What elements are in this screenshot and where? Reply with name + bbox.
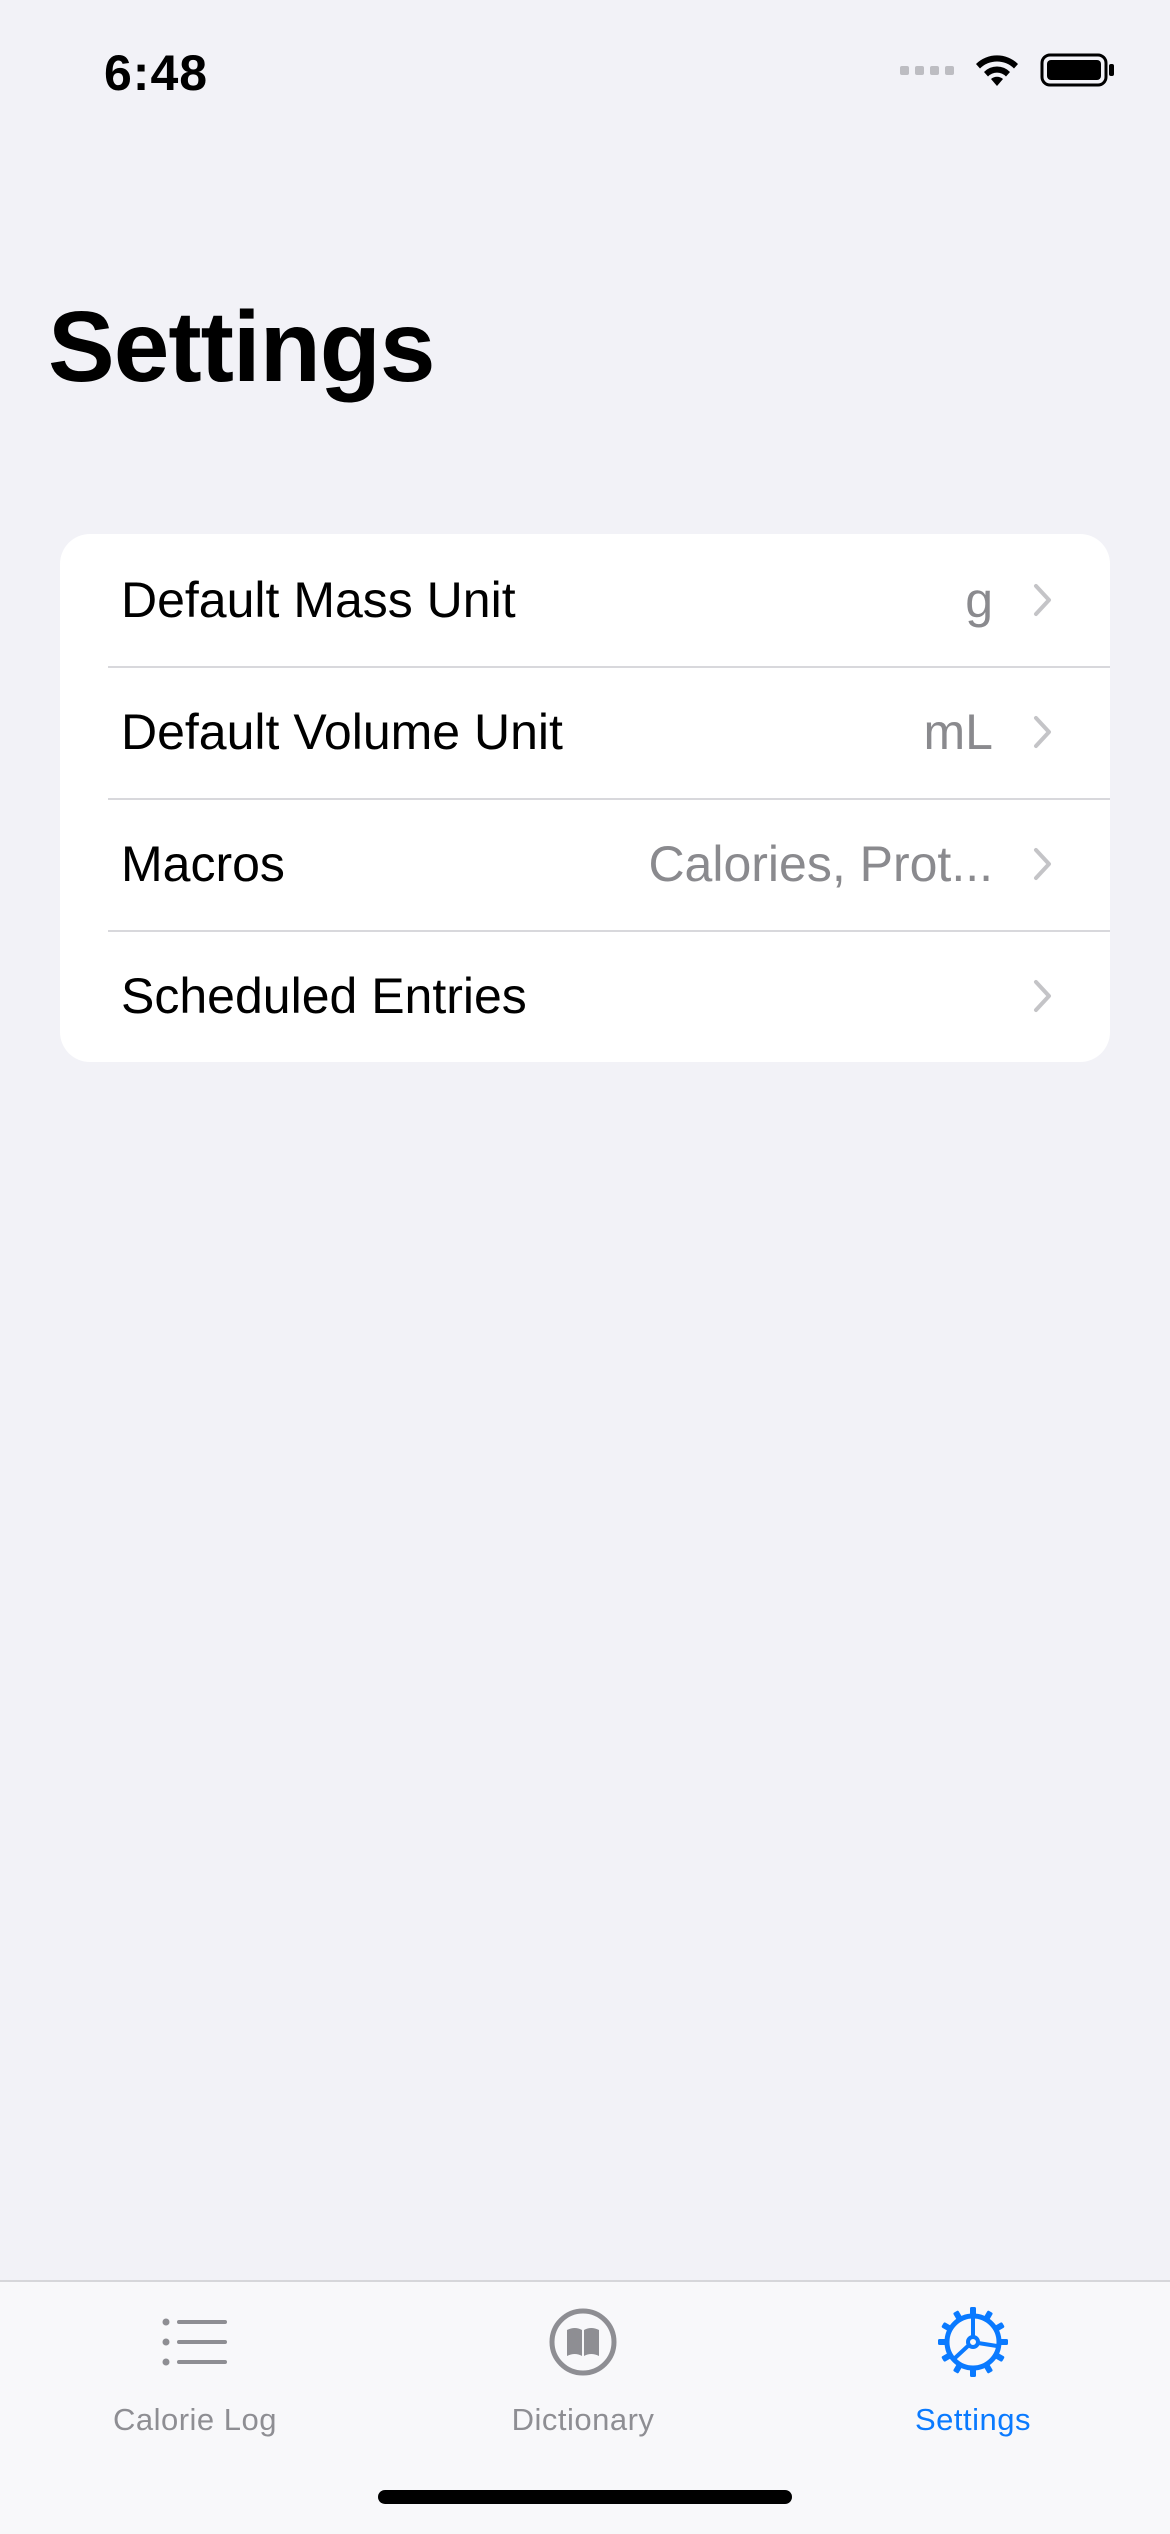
macros-row[interactable]: Macros Calories, Prot...: [60, 798, 1110, 930]
signal-icon: [900, 65, 954, 75]
default-volume-unit-row[interactable]: Default Volume Unit mL: [60, 666, 1110, 798]
status-bar: 6:48: [0, 0, 1170, 140]
row-label: Macros: [121, 836, 285, 892]
scheduled-entries-row[interactable]: Scheduled Entries: [60, 930, 1110, 1062]
tab-label: Settings: [914, 2402, 1031, 2437]
chevron-right-icon: [1034, 584, 1051, 616]
chevron-right-icon: [1034, 848, 1051, 880]
row-value: mL: [923, 704, 993, 760]
tab-calorie-log[interactable]: Calorie Log: [45, 2306, 345, 2466]
tab-label: Dictionary: [511, 2402, 655, 2437]
default-mass-unit-row[interactable]: Default Mass Unit g: [60, 534, 1110, 666]
row-value: g: [965, 572, 993, 628]
row-label: Default Volume Unit: [121, 704, 563, 760]
wifi-icon: [976, 55, 1018, 86]
tab-dictionary[interactable]: Dictionary: [433, 2306, 733, 2466]
list-icon: [162, 2318, 227, 2366]
settings-list: Default Mass Unit g Default Volume Unit …: [60, 534, 1110, 1062]
row-label: Default Mass Unit: [121, 572, 516, 628]
tab-settings[interactable]: Settings: [823, 2306, 1123, 2466]
gear-icon: [938, 2307, 1008, 2377]
row-value: Calories, Prot...: [648, 836, 993, 892]
status-time: 6:48: [104, 45, 209, 101]
tab-label: Calorie Log: [112, 2402, 278, 2437]
chevron-right-icon: [1034, 980, 1051, 1012]
status-icons: [900, 52, 1116, 88]
home-indicator[interactable]: [378, 2490, 792, 2504]
book-icon: [549, 2308, 617, 2376]
chevron-right-icon: [1034, 716, 1051, 748]
row-label: Scheduled Entries: [121, 968, 527, 1024]
battery-icon: [1040, 53, 1114, 87]
page-title: Settings: [48, 291, 435, 403]
